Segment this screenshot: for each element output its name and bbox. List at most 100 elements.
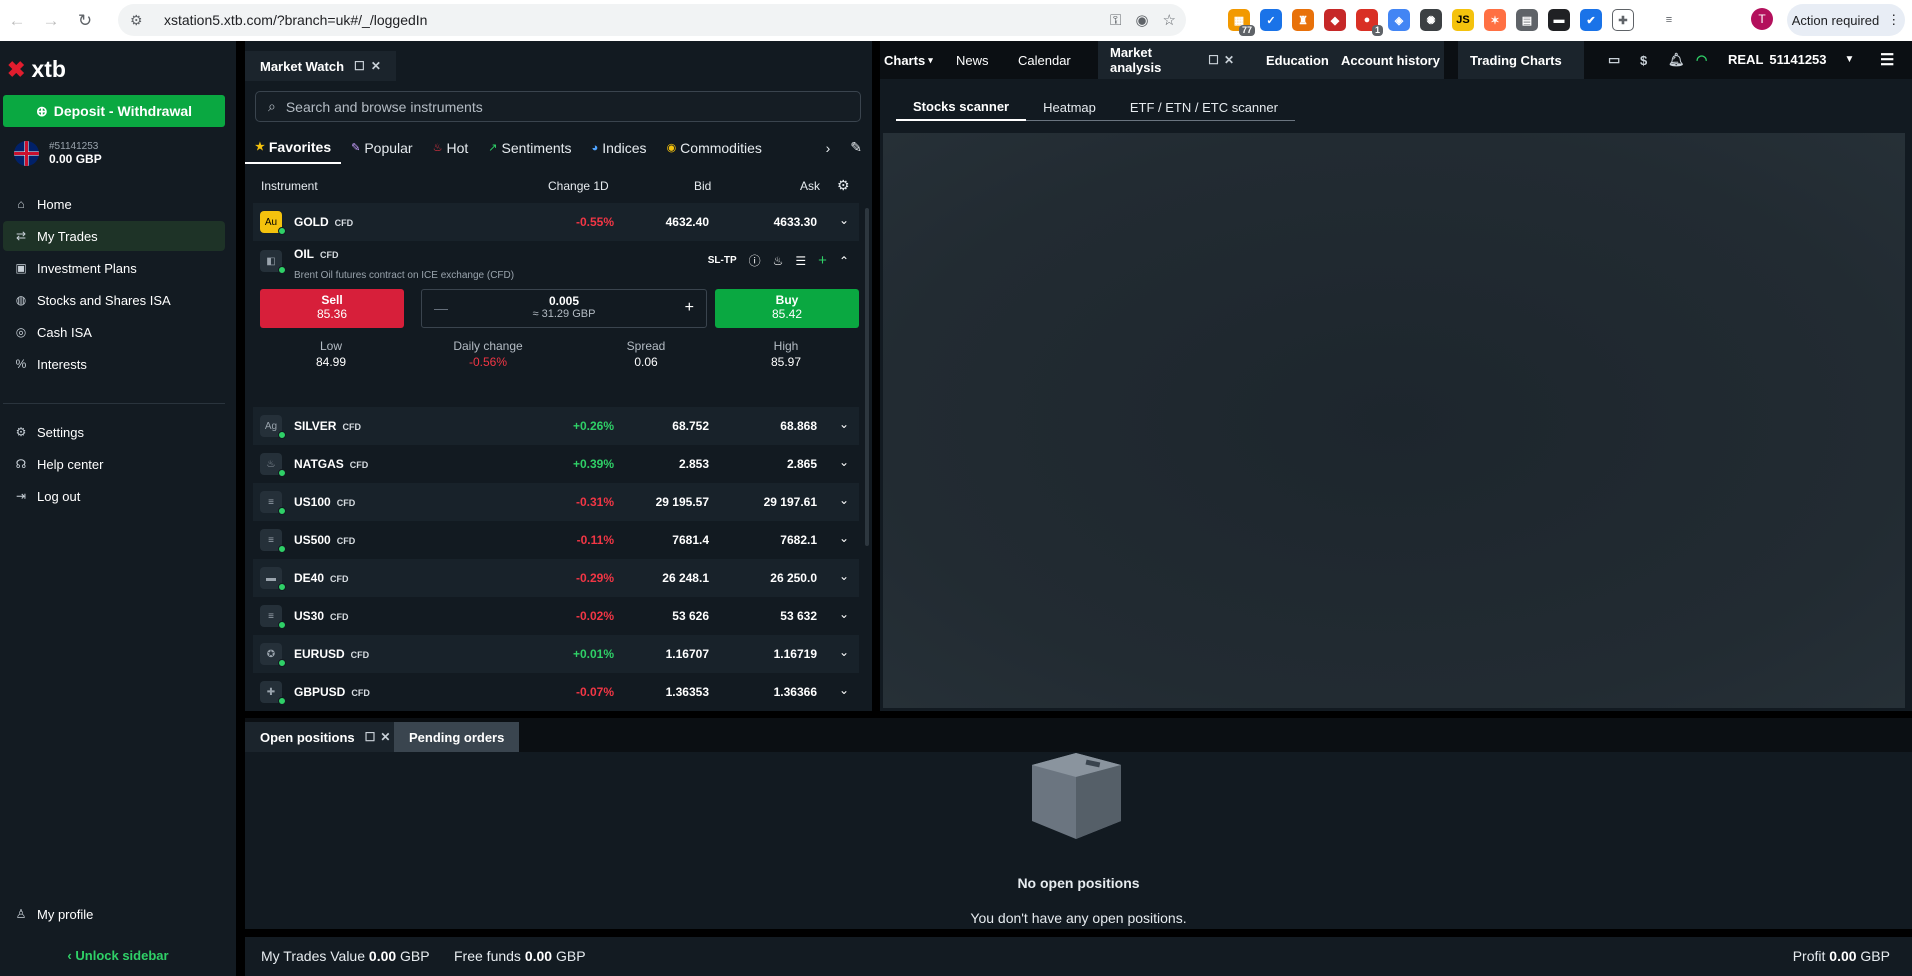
tab-calendar[interactable]: Calendar	[1018, 41, 1071, 79]
table-row[interactable]: ♨ NATGAS CFD +0.39% 2.853 2.865 ⌄	[253, 445, 859, 483]
table-row[interactable]: ✚ GBPUSD CFD -0.07% 1.36353 1.36366 ⌄	[253, 673, 859, 711]
table-row[interactable]: Ag SILVER CFD +0.26% 68.752 68.868 ⌄	[253, 407, 859, 445]
scanner-content-area	[883, 133, 1905, 708]
extension-icon[interactable]: ▬	[1548, 9, 1570, 31]
tab-open-positions[interactable]: Open positions ☐ ✕	[245, 722, 406, 752]
close-icon[interactable]: ✕	[1224, 53, 1234, 67]
logo[interactable]: ✖ xtb	[7, 56, 66, 83]
currency-exchange-icon[interactable]: $	[1640, 41, 1647, 79]
status-dot	[278, 469, 286, 477]
reload-icon[interactable]: ↻	[68, 4, 102, 38]
chevron-down-icon[interactable]: ⌄	[839, 569, 849, 583]
table-row[interactable]: ▬ DE40 CFD -0.29% 26 248.1 26 250.0 ⌄	[253, 559, 859, 597]
tab-market-analysis[interactable]: Market analysis ☐ ✕	[1098, 41, 1246, 79]
tab-etf-scanner[interactable]: ETF / ETN / ETC scanner	[1113, 93, 1295, 121]
caret-down-icon: ▾	[928, 54, 933, 65]
chevron-down-icon[interactable]: ⌄	[839, 493, 849, 507]
chevron-down-icon[interactable]: ⌄	[839, 531, 849, 545]
account-selector[interactable]: REAL 51141253 ▼	[1728, 52, 1854, 67]
hamburger-menu-icon[interactable]: ☰	[1880, 41, 1894, 79]
sidebar-item-my-trades[interactable]: ⇄ My Trades	[3, 221, 225, 251]
tab-charts[interactable]: Charts ▾	[884, 41, 933, 79]
tab-pending-orders[interactable]: Pending orders	[394, 722, 520, 752]
layout-icon[interactable]: ▭	[1608, 41, 1620, 79]
address-bar[interactable]: ⚙ xstation5.xtb.com/?branch=uk#/_/logged…	[118, 4, 1186, 36]
extension-fox-icon[interactable]: ◆	[1324, 9, 1346, 31]
scrollbar[interactable]	[865, 208, 869, 546]
chevron-down-icon[interactable]: ⌄	[839, 455, 849, 469]
xtb-logo-icon: ✖	[7, 56, 26, 82]
positions-panel: Open positions ☐ ✕ Pending orders No ope…	[245, 718, 1912, 929]
chevron-down-icon[interactable]: ⌄	[839, 607, 849, 621]
sidebar: ✖ xtb ⊕ Deposit - Withdrawal #51141253 0…	[0, 41, 236, 976]
back-icon[interactable]: ←	[0, 4, 34, 38]
tracking-eye-icon[interactable]: ◉	[1135, 11, 1148, 29]
bookmark-star-icon[interactable]: ☆	[1163, 11, 1176, 29]
positions-tabs: Open positions ☐ ✕ Pending orders	[245, 718, 1912, 752]
sidebar-item-cash-isa[interactable]: ◎ Cash ISA	[3, 317, 225, 347]
sidebar-item-home[interactable]: ⌂ Home	[3, 189, 225, 219]
extensions-bar: ▦ 77 ✓ ♜ ◆ ● 1 ◈ ✺ JS ✶ ▤ ▬ ✔ ✚ ≡	[1228, 6, 1680, 36]
maximize-icon[interactable]: ☐	[365, 730, 376, 744]
extension-icon[interactable]: ▤	[1516, 9, 1538, 31]
status-bar: My Trades Value 0.00 GBP Free funds 0.00…	[245, 937, 1912, 976]
action-required-button[interactable]: Action required ⋮	[1787, 4, 1905, 36]
extension-js-icon[interactable]: JS	[1452, 9, 1474, 31]
status-dot	[278, 697, 286, 705]
account-summary[interactable]: #51141253 0.00 GBP	[14, 141, 102, 166]
sidebar-divider	[3, 403, 225, 404]
extensions-puzzle-icon[interactable]: ✚	[1612, 9, 1634, 31]
close-icon[interactable]: ✕	[380, 730, 390, 744]
unlock-sidebar-button[interactable]: ‹ Unlock sidebar	[0, 948, 236, 963]
percent-icon: %	[15, 357, 27, 371]
password-key-icon[interactable]: ⚿	[1110, 12, 1121, 29]
chevron-down-icon[interactable]: ⌄	[839, 683, 849, 697]
status-dot	[278, 583, 286, 591]
tab-news[interactable]: News	[956, 41, 989, 79]
forward-icon[interactable]: →	[34, 4, 68, 38]
maximize-icon[interactable]: ☐	[1208, 53, 1219, 67]
plans-icon: ▣	[15, 261, 27, 275]
extension-burst-icon[interactable]: ✶	[1484, 9, 1506, 31]
isa-icon: ◍	[15, 293, 27, 307]
status-dot	[278, 507, 286, 515]
more-vertical-icon: ⋮	[1887, 12, 1901, 27]
extension-icon[interactable]: ▦ 77	[1228, 9, 1255, 36]
sidebar-item-stocks-isa[interactable]: ◍ Stocks and Shares ISA	[3, 285, 225, 315]
cash-icon: ◎	[15, 325, 27, 339]
sidebar-item-interests[interactable]: % Interests	[3, 349, 225, 379]
avatar[interactable]: T	[1751, 8, 1773, 30]
sidebar-item-logout[interactable]: ⇥ Log out	[3, 481, 225, 511]
scanner-tabs: Stocks scanner Heatmap ETF / ETN / ETC s…	[896, 93, 1295, 121]
chevron-down-icon[interactable]: ⌄	[839, 417, 849, 431]
extension-icon[interactable]: ● 1	[1356, 9, 1383, 36]
tab-heatmap[interactable]: Heatmap	[1026, 93, 1113, 121]
sidebar-item-help[interactable]: ☊ Help center	[3, 449, 225, 479]
empty-box-icon	[1032, 753, 1121, 839]
sidebar-item-investment-plans[interactable]: ▣ Investment Plans	[3, 253, 225, 283]
headset-icon: ☊	[15, 457, 27, 471]
logout-icon: ⇥	[15, 489, 27, 503]
site-settings-icon[interactable]: ⚙	[130, 12, 150, 29]
extension-tag-icon[interactable]: ◈	[1388, 9, 1410, 31]
extension-icon[interactable]: ✺	[1420, 9, 1442, 31]
status-dot	[278, 431, 286, 439]
chevron-down-icon[interactable]: ⌄	[839, 645, 849, 659]
table-row[interactable]: ≡ US30 CFD -0.02% 53 626 53 632 ⌄	[253, 597, 859, 635]
tab-account-history[interactable]: Account history	[1341, 41, 1440, 79]
table-row[interactable]: ✪ EURUSD CFD +0.01% 1.16707 1.16719 ⌄	[253, 635, 859, 673]
tab-trading-charts[interactable]: Trading Charts	[1458, 41, 1584, 79]
tab-stocks-scanner[interactable]: Stocks scanner	[896, 93, 1027, 121]
table-row[interactable]: ≡ US100 CFD -0.31% 29 195.57 29 197.61 ⌄	[253, 483, 859, 521]
sidebar-item-profile[interactable]: ♙ My profile	[3, 899, 225, 929]
trades-icon: ⇄	[15, 229, 27, 243]
extension-check-icon[interactable]: ✓	[1260, 9, 1282, 31]
sidebar-item-settings[interactable]: ⚙ Settings	[3, 417, 225, 447]
table-row[interactable]: ≡ US500 CFD -0.11% 7681.4 7682.1 ⌄	[253, 521, 859, 559]
market-watch-panel: Market Watch ☐ ✕ ⌕ Search and browse ins…	[245, 41, 872, 711]
bell-icon[interactable]: 🔔︎	[1668, 41, 1685, 79]
media-icon[interactable]: ≡	[1658, 9, 1680, 31]
extension-check-icon[interactable]: ✔	[1580, 9, 1602, 31]
deposit-withdrawal-button[interactable]: ⊕ Deposit - Withdrawal	[3, 95, 225, 127]
extension-icon[interactable]: ♜	[1292, 9, 1314, 31]
